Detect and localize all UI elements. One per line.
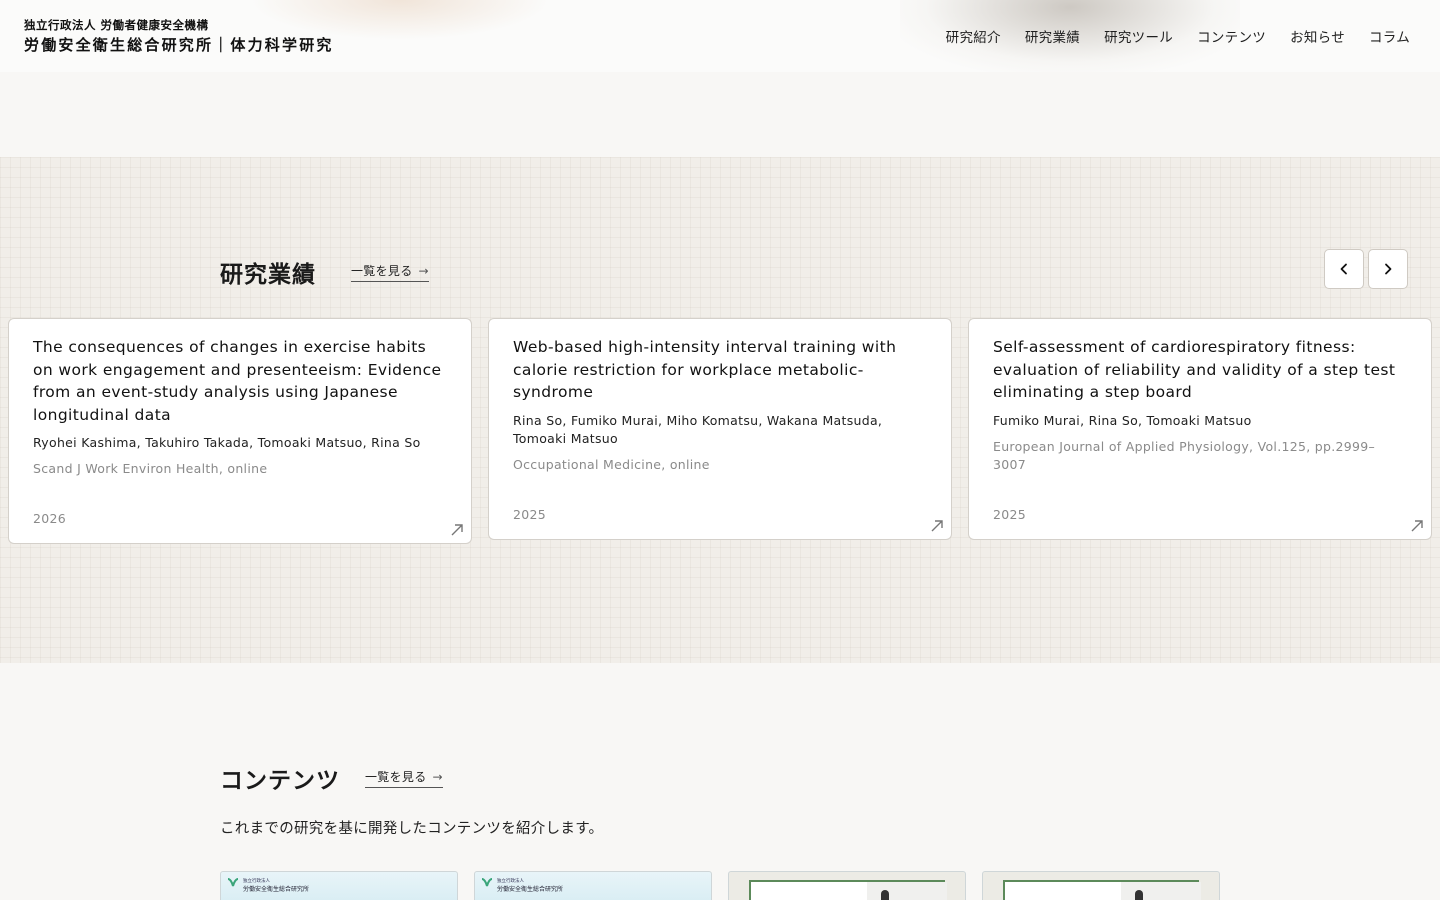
thumbnail-org-title: 労働安全衛生総合研究所 [497, 886, 564, 893]
achievements-section: 研究業績 一覧を見る → The consequences of changes … [0, 157, 1440, 663]
external-link-icon [1411, 520, 1423, 532]
main-nav: 研究紹介 研究業績 研究ツール コンテンツ お知らせ コラム [946, 26, 1410, 46]
slider-next-button[interactable] [1368, 249, 1408, 289]
arrow-right-icon: → [418, 264, 429, 278]
publication-authors: Ryohei Kashima, Takuhiro Takada, Tomoaki… [33, 435, 421, 450]
org-logo-icon [481, 878, 493, 887]
publication-authors: Rina So, Fumiko Murai, Miho Komatsu, Wak… [513, 412, 883, 446]
publication-journal: European Journal of Applied Physiology, … [993, 438, 1376, 472]
thumbnail-image-area [867, 882, 947, 900]
contents-title: コンテンツ [220, 768, 340, 794]
nav-item-contents[interactable]: コンテンツ [1197, 26, 1266, 46]
publication-journal: Scand J Work Environ Health, online [33, 461, 268, 476]
external-link-icon [451, 524, 463, 536]
external-link-icon [931, 520, 943, 532]
nav-item-column[interactable]: コラム [1369, 26, 1410, 46]
publication-card[interactable]: Web-based high-intensity interval traini… [488, 318, 952, 540]
thumbnail-frame [1003, 880, 1201, 900]
content-thumbnail[interactable]: 独立行政法人 労働安全衛生総合研究所 [220, 871, 458, 900]
content-thumbnail[interactable]: 独立行政法人 労働安全衛生総合研究所 [474, 871, 712, 900]
person-figure-icon [881, 890, 889, 900]
site-header: 独立行政法人 労働者健康安全機構 労働安全衛生総合研究所｜体力科学研究 研究紹介… [0, 0, 1440, 72]
view-all-label: 一覧を見る [351, 264, 413, 278]
publication-card[interactable]: The consequences of changes in exercise … [8, 318, 472, 544]
publication-authors: Fumiko Murai, Rina So, Tomoaki Matsuo [993, 412, 1252, 428]
publication-title: Web-based high-intensity interval traini… [513, 338, 897, 401]
view-all-link[interactable]: 一覧を見る → [365, 768, 443, 788]
org-subtitle[interactable]: 独立行政法人 労働者健康安全機構 [24, 17, 209, 33]
publication-year: 2025 [993, 507, 1027, 522]
slider-prev-button[interactable] [1324, 249, 1364, 289]
chevron-left-icon [1340, 263, 1347, 275]
thumbnail-org-title: 労働安全衛生総合研究所 [243, 886, 310, 893]
contents-description: これまでの研究を基に開発したコンテンツを紹介します。 [220, 821, 604, 837]
thumbnail-image-area [1121, 882, 1201, 900]
nav-item-tools[interactable]: 研究ツール [1104, 26, 1173, 46]
content-thumbnail[interactable] [728, 871, 966, 900]
chevron-right-icon [1385, 263, 1392, 275]
publication-journal: Occupational Medicine, online [513, 456, 710, 472]
view-all-link[interactable]: 一覧を見る → [351, 262, 429, 282]
publication-year: 2025 [513, 507, 547, 522]
org-logo-icon [227, 878, 239, 887]
publication-title: The consequences of changes in exercise … [33, 338, 442, 424]
site-logo[interactable]: 労働安全衛生総合研究所｜体力科学研究 [24, 34, 334, 55]
content-thumbnail[interactable] [982, 871, 1220, 900]
publication-card[interactable]: Self-assessment of cardiorespiratory fit… [968, 318, 1432, 540]
thumbnail-frame [749, 880, 947, 900]
nav-item-achievements[interactable]: 研究業績 [1025, 26, 1080, 46]
nav-item-research-intro[interactable]: 研究紹介 [946, 26, 1001, 46]
publication-year: 2026 [33, 511, 67, 526]
nav-item-news[interactable]: お知らせ [1290, 26, 1345, 46]
publication-title: Self-assessment of cardiorespiratory fit… [993, 338, 1396, 401]
arrow-right-icon: → [432, 770, 443, 784]
person-figure-icon [1135, 890, 1143, 900]
section-title: 研究業績 [220, 262, 316, 288]
view-all-label: 一覧を見る [365, 770, 427, 784]
